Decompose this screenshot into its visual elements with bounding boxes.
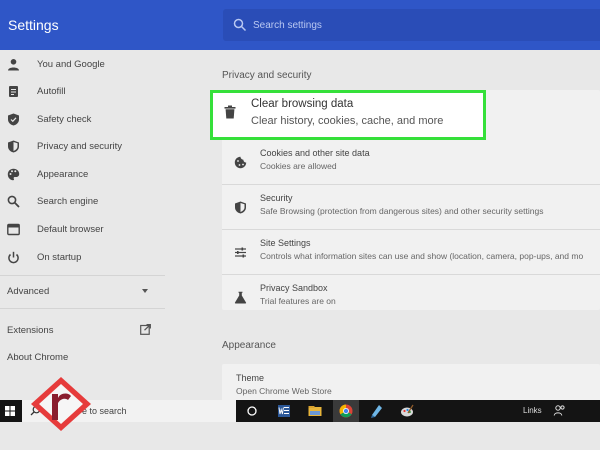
clear-browsing-data-title: Clear browsing data <box>251 98 354 110</box>
privacy-row-privacy-sandbox[interactable]: Privacy Sandbox Trial features are on <box>222 275 600 319</box>
sidebar-extensions[interactable]: Extensions <box>0 317 165 343</box>
sidebar-item-label: Default browser <box>37 223 104 235</box>
taskbar-links-label[interactable]: Links <box>523 406 542 415</box>
privacy-shield-icon <box>8 140 19 152</box>
sidebar-item-on-startup[interactable]: On startup <box>0 244 165 270</box>
sidebar-item-label: Appearance <box>37 168 89 180</box>
sidebar-item-label: Search engine <box>37 195 99 207</box>
row-subtitle: Cookies are allowed <box>260 161 337 171</box>
row-title: Theme <box>236 373 265 383</box>
search-input[interactable] <box>253 16 583 34</box>
privacy-section-title: Privacy and security <box>222 70 312 81</box>
people-icon[interactable] <box>553 404 566 417</box>
sidebar-item-privacy-and-security[interactable]: Privacy and security <box>0 133 165 159</box>
windows-start-icon[interactable] <box>2 403 18 419</box>
sidebar: You and Google Autofill Safety check Pri… <box>0 50 165 400</box>
power-icon <box>8 251 19 263</box>
sidebar-item-label: Privacy and security <box>37 140 123 152</box>
sidebar-item-you-and-google[interactable]: You and Google <box>0 51 165 77</box>
chrome-icon[interactable] <box>338 403 354 419</box>
flask-icon <box>234 291 247 304</box>
sidebar-item-safety-check[interactable]: Safety check <box>0 106 165 132</box>
open-in-new-icon <box>140 324 151 335</box>
sidebar-item-search-engine[interactable]: Search engine <box>0 188 165 214</box>
sidebar-advanced[interactable]: Advanced <box>0 278 165 304</box>
sidebar-item-label: Autofill <box>37 85 66 97</box>
autofill-icon <box>9 85 18 97</box>
sidebar-item-default-browser[interactable]: Default browser <box>0 216 165 242</box>
privacy-row-site-settings[interactable]: Site Settings Controls what information … <box>222 230 600 274</box>
app-icon[interactable] <box>369 403 385 419</box>
about-chrome-label: About Chrome <box>7 351 69 363</box>
search-icon <box>233 18 247 32</box>
row-title: Security <box>260 193 293 203</box>
word-icon[interactable] <box>276 403 292 419</box>
shield-check-icon <box>8 113 19 125</box>
appearance-section-title: Appearance <box>222 340 276 351</box>
row-title: Cookies and other site data <box>260 148 370 158</box>
extensions-label: Extensions <box>7 324 54 336</box>
row-subtitle: Controls what information sites can use … <box>260 251 584 261</box>
task-view-icon[interactable] <box>244 403 260 419</box>
sidebar-divider <box>0 308 165 309</box>
advanced-label: Advanced <box>7 285 50 297</box>
privacy-row-security[interactable]: Security Safe Browsing (protection from … <box>222 185 600 229</box>
sidebar-item-label: Safety check <box>37 113 92 125</box>
privacy-row-cookies[interactable]: Cookies and other site data Cookies are … <box>222 140 600 184</box>
person-icon <box>8 58 19 70</box>
clear-browsing-data-subtitle: Clear history, cookies, cache, and more <box>251 115 444 127</box>
clear-browsing-data-row[interactable]: Clear browsing data Clear history, cooki… <box>210 90 486 140</box>
sidebar-about-chrome[interactable]: About Chrome <box>0 344 165 370</box>
sidebar-item-appearance[interactable]: Appearance <box>0 161 165 187</box>
settings-title: Settings <box>8 17 59 33</box>
sidebar-divider <box>0 275 165 276</box>
row-subtitle: Trial features are on <box>260 296 336 306</box>
search-box[interactable] <box>223 9 600 41</box>
row-title: Site Settings <box>260 238 311 248</box>
cookie-icon <box>234 156 247 169</box>
row-subtitle: Safe Browsing (protection from dangerous… <box>260 206 544 216</box>
trash-icon <box>224 105 236 119</box>
search-icon <box>7 195 20 208</box>
paint-icon[interactable] <box>399 403 415 419</box>
settings-header: Settings <box>0 0 600 50</box>
row-subtitle: Open Chrome Web Store <box>236 386 332 396</box>
watermark-logo-icon <box>31 377 91 431</box>
sliders-icon <box>235 247 246 258</box>
browser-icon <box>7 223 20 235</box>
security-shield-icon <box>235 201 246 214</box>
row-title: Privacy Sandbox <box>260 283 328 293</box>
file-explorer-icon[interactable] <box>307 403 323 419</box>
appearance-row-theme[interactable]: Theme Open Chrome Web Store <box>222 364 600 400</box>
sidebar-item-label: You and Google <box>37 58 105 70</box>
sidebar-item-autofill[interactable]: Autofill <box>0 78 165 104</box>
palette-icon <box>7 168 20 180</box>
appearance-card: Theme Open Chrome Web Store <box>222 364 600 400</box>
chevron-down-icon <box>142 289 148 293</box>
sidebar-item-label: On startup <box>37 251 82 263</box>
